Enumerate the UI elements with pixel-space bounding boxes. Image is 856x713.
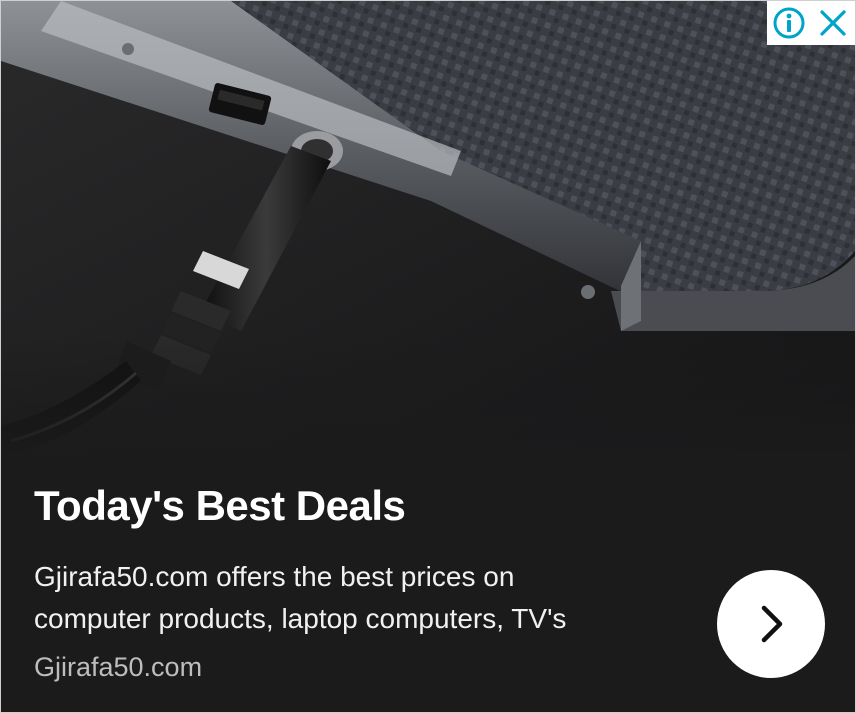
ad-description[interactable]: Gjirafa50.com offers the best prices on … [34, 556, 674, 640]
info-icon [773, 7, 805, 39]
close-icon [820, 10, 846, 36]
hero-image[interactable] [1, 1, 855, 450]
ad-headline[interactable]: Today's Best Deals [34, 482, 406, 530]
ad-unit[interactable]: Today's Best Deals Gjirafa50.com offers … [0, 0, 856, 713]
ad-caption[interactable]: Today's Best Deals Gjirafa50.com offers … [1, 450, 855, 712]
close-button[interactable] [813, 3, 853, 43]
ad-description-line: Gjirafa50.com offers the best prices on [34, 561, 515, 592]
chevron-right-icon [761, 605, 783, 643]
info-button[interactable] [769, 3, 809, 43]
ad-choices-controls [767, 1, 855, 45]
ad-description-line: computer products, laptop computers, TV'… [34, 603, 567, 634]
ad-domain[interactable]: Gjirafa50.com [34, 650, 202, 684]
cta-button[interactable] [717, 570, 825, 678]
